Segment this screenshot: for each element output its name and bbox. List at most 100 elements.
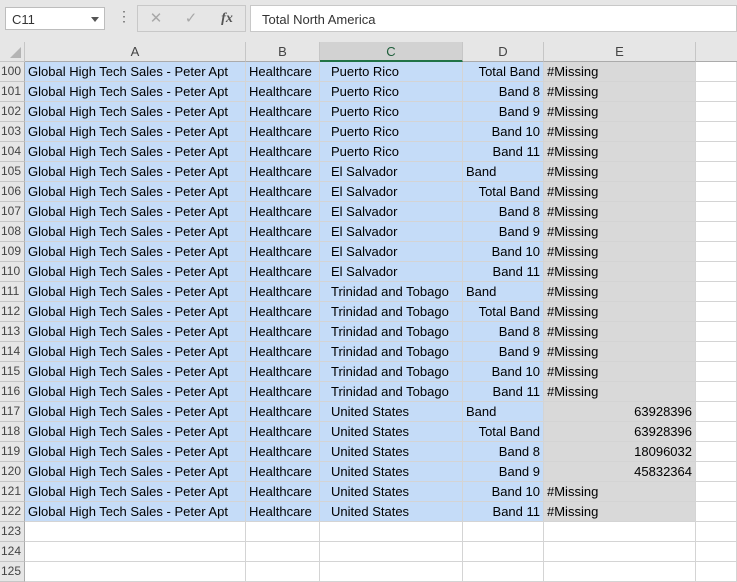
cell-d[interactable]: Band — [463, 282, 544, 302]
cell-a[interactable]: Global High Tech Sales - Peter Apt — [25, 142, 246, 162]
cell-e[interactable]: #Missing — [544, 162, 696, 182]
cell-d[interactable]: Band — [463, 162, 544, 182]
cell-f[interactable] — [696, 322, 737, 342]
cell-b[interactable]: Healthcare — [246, 222, 320, 242]
cell-b[interactable]: Healthcare — [246, 202, 320, 222]
cell-c[interactable]: El Salvador — [320, 182, 463, 202]
cell-b[interactable]: Healthcare — [246, 182, 320, 202]
cell-b[interactable]: Healthcare — [246, 442, 320, 462]
row-header[interactable]: 102 — [0, 102, 25, 122]
row-header[interactable]: 121 — [0, 482, 25, 502]
row-header[interactable]: 122 — [0, 502, 25, 522]
cell-b[interactable]: Healthcare — [246, 242, 320, 262]
cell-a[interactable]: Global High Tech Sales - Peter Apt — [25, 302, 246, 322]
cell-c[interactable]: Puerto Rico — [320, 122, 463, 142]
name-box[interactable]: C11 — [5, 7, 105, 30]
row-header[interactable]: 113 — [0, 322, 25, 342]
cell-d[interactable]: Total Band — [463, 182, 544, 202]
cell-f[interactable] — [696, 342, 737, 362]
cell-e[interactable]: 45832364 — [544, 462, 696, 482]
column-header-f[interactable] — [696, 42, 737, 62]
cell-d[interactable]: Band — [463, 402, 544, 422]
cell-f[interactable] — [696, 202, 737, 222]
cell-e[interactable]: #Missing — [544, 502, 696, 522]
cell-e[interactable]: #Missing — [544, 262, 696, 282]
cell-a[interactable]: Global High Tech Sales - Peter Apt — [25, 162, 246, 182]
name-box-dropdown-icon[interactable] — [91, 17, 99, 22]
cell-e[interactable]: 63928396 — [544, 402, 696, 422]
cell-b[interactable]: Healthcare — [246, 362, 320, 382]
cell-c[interactable]: United States — [320, 482, 463, 502]
cell-e[interactable]: #Missing — [544, 482, 696, 502]
cell-c[interactable]: Puerto Rico — [320, 142, 463, 162]
cell-b[interactable]: Healthcare — [246, 502, 320, 522]
cell-a[interactable]: Global High Tech Sales - Peter Apt — [25, 482, 246, 502]
cell-f[interactable] — [696, 162, 737, 182]
row-header[interactable]: 114 — [0, 342, 25, 362]
cell-f[interactable] — [696, 522, 737, 542]
cell-c[interactable]: United States — [320, 462, 463, 482]
cell-a[interactable]: Global High Tech Sales - Peter Apt — [25, 242, 246, 262]
cell-d[interactable]: Band 9 — [463, 222, 544, 242]
cell-b[interactable]: Healthcare — [246, 162, 320, 182]
column-header-b[interactable]: B — [246, 42, 320, 62]
cell-e[interactable]: #Missing — [544, 182, 696, 202]
select-all-button[interactable] — [0, 42, 25, 62]
row-header[interactable]: 111 — [0, 282, 25, 302]
more-options-icon[interactable]: ⋮ — [117, 9, 131, 23]
row-header[interactable]: 117 — [0, 402, 25, 422]
cell-f[interactable] — [696, 142, 737, 162]
cell-b[interactable]: Healthcare — [246, 122, 320, 142]
cell-b[interactable]: Healthcare — [246, 402, 320, 422]
cell-e[interactable]: #Missing — [544, 342, 696, 362]
cell-d[interactable]: Band 8 — [463, 322, 544, 342]
column-header-a[interactable]: A — [25, 42, 246, 62]
cell-f[interactable] — [696, 182, 737, 202]
cell-b[interactable]: Healthcare — [246, 482, 320, 502]
cell-c[interactable]: Puerto Rico — [320, 102, 463, 122]
cell-a[interactable]: Global High Tech Sales - Peter Apt — [25, 202, 246, 222]
cell-f[interactable] — [696, 362, 737, 382]
column-header-e[interactable]: E — [544, 42, 696, 62]
cell-f[interactable] — [696, 502, 737, 522]
cell-f[interactable] — [696, 242, 737, 262]
cancel-icon[interactable]: ✕ — [146, 10, 166, 28]
cell-c[interactable]: Puerto Rico — [320, 62, 463, 82]
cell-a[interactable]: Global High Tech Sales - Peter Apt — [25, 222, 246, 242]
row-header[interactable]: 115 — [0, 362, 25, 382]
cell-b[interactable]: Healthcare — [246, 422, 320, 442]
cell-d[interactable] — [463, 562, 544, 582]
row-header[interactable]: 106 — [0, 182, 25, 202]
row-header[interactable]: 124 — [0, 542, 25, 562]
column-header-c[interactable]: C — [320, 42, 463, 62]
cell-f[interactable] — [696, 442, 737, 462]
cell-e[interactable]: #Missing — [544, 102, 696, 122]
cell-a[interactable]: Global High Tech Sales - Peter Apt — [25, 62, 246, 82]
cell-b[interactable]: Healthcare — [246, 102, 320, 122]
cell-d[interactable]: Band 11 — [463, 382, 544, 402]
cell-f[interactable] — [696, 262, 737, 282]
cell-a[interactable]: Global High Tech Sales - Peter Apt — [25, 362, 246, 382]
cell-d[interactable]: Band 9 — [463, 462, 544, 482]
cell-f[interactable] — [696, 302, 737, 322]
cell-c[interactable]: Trinidad and Tobago — [320, 382, 463, 402]
cell-c[interactable] — [320, 562, 463, 582]
formula-input[interactable]: Total North America — [250, 5, 737, 32]
cell-a[interactable] — [25, 522, 246, 542]
cell-e[interactable]: #Missing — [544, 302, 696, 322]
insert-function-icon[interactable]: fx — [217, 10, 237, 28]
enter-icon[interactable]: ✓ — [181, 10, 201, 28]
cell-e[interactable]: #Missing — [544, 322, 696, 342]
row-header[interactable]: 123 — [0, 522, 25, 542]
cell-d[interactable]: Band 8 — [463, 82, 544, 102]
cell-b[interactable]: Healthcare — [246, 282, 320, 302]
cell-a[interactable]: Global High Tech Sales - Peter Apt — [25, 442, 246, 462]
cell-c[interactable]: Trinidad and Tobago — [320, 342, 463, 362]
cell-d[interactable]: Total Band — [463, 62, 544, 82]
cell-b[interactable]: Healthcare — [246, 262, 320, 282]
cell-c[interactable]: United States — [320, 422, 463, 442]
cell-b[interactable] — [246, 522, 320, 542]
cell-a[interactable]: Global High Tech Sales - Peter Apt — [25, 462, 246, 482]
cell-f[interactable] — [696, 282, 737, 302]
cell-e[interactable]: #Missing — [544, 142, 696, 162]
